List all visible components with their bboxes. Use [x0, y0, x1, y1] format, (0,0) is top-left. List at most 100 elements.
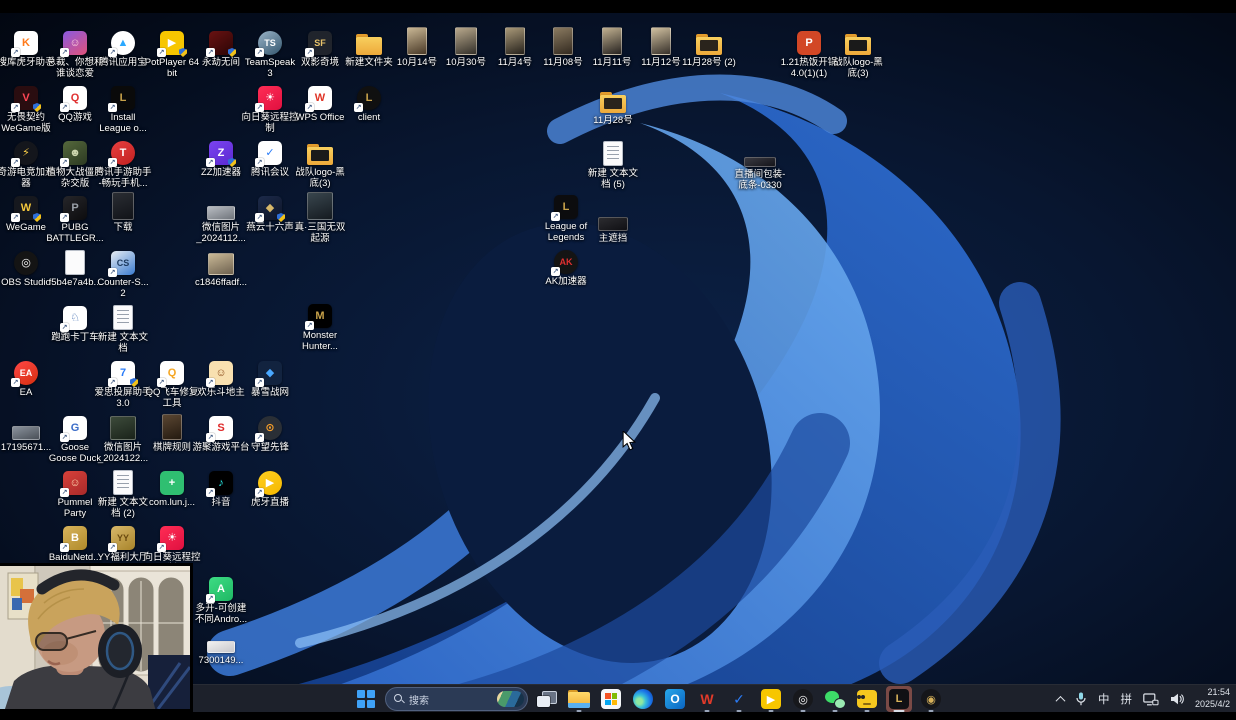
- desktop-icon[interactable]: ▶↗虎牙直播: [238, 467, 302, 508]
- desktop-icon-label: 真·三国无双 起源: [295, 222, 346, 245]
- desktop-icon-label: 新建 文本文 档 (5): [588, 168, 638, 191]
- shortcut-arrow-icon: ↗: [108, 543, 117, 552]
- shortcut-arrow-icon: ↗: [60, 103, 69, 112]
- desktop-icon-glyph: ▶↗: [258, 467, 282, 495]
- league-client-button[interactable]: ◉: [918, 686, 944, 712]
- microsoft-store-button[interactable]: [598, 686, 624, 712]
- obs-studio-button[interactable]: ◎: [790, 686, 816, 712]
- edge-browser-button[interactable]: [630, 686, 656, 712]
- search-input[interactable]: 搜索: [385, 687, 528, 711]
- desktop-icon-glyph: K↗: [14, 27, 38, 55]
- desktop-icon-label: WeGame: [6, 222, 46, 233]
- desktop-icon-glyph: [651, 27, 671, 55]
- desktop-icon-glyph: [553, 27, 573, 55]
- desktop-icon-label: Pummel Party: [58, 497, 93, 520]
- desktop-icon-glyph: ◆↗: [258, 192, 282, 220]
- taskbar-clock[interactable]: 21:54 2025/4/2: [1195, 687, 1230, 710]
- desktop-icon-glyph: ☀↗: [258, 82, 282, 110]
- desktop-icon[interactable]: L↗client: [337, 82, 401, 123]
- outlook-button[interactable]: O: [662, 686, 688, 712]
- desktop-icon-glyph: [162, 412, 182, 440]
- desktop-icon[interactable]: 真·三国无双 起源: [288, 192, 352, 245]
- ime-chinese-indicator[interactable]: 中: [1098, 691, 1110, 707]
- file-explorer-icon: [568, 690, 590, 708]
- microphone-tray-icon[interactable]: [1075, 692, 1087, 706]
- shortcut-arrow-icon: ↗: [108, 268, 117, 277]
- desktop-icon[interactable]: M↗Monster Hunter...: [288, 300, 352, 353]
- desktop-icon[interactable]: L↗Install League o...: [91, 82, 155, 135]
- search-icon: [394, 694, 404, 704]
- edge-browser-icon: [633, 689, 653, 709]
- uac-shield-icon: [130, 378, 138, 387]
- desktop-icon[interactable]: 11月28号 (2): [677, 27, 741, 68]
- desktop-icon[interactable]: c1846ffadf...: [189, 247, 253, 288]
- desktop-icon-glyph: [113, 302, 133, 330]
- desktop-icon-label: 永劫无间: [202, 57, 240, 68]
- desktop-icon-label: 腾讯手游助手 -畅玩手机...: [94, 167, 151, 190]
- desktop-icon-label: 战队logo-黑 底(3): [833, 57, 883, 80]
- desktop-icon-glyph: CS↗: [111, 247, 135, 275]
- desktop-icon-glyph: [845, 27, 871, 55]
- clock-date: 2025/4/2: [1195, 699, 1230, 711]
- desktop-icon-glyph: [505, 27, 525, 55]
- desktop-icon-glyph: 7↗: [111, 357, 135, 385]
- tencent-meeting-button[interactable]: ✓: [726, 686, 752, 712]
- desktop-icon-glyph: Q↗: [63, 82, 87, 110]
- desktop-icon[interactable]: T↗腾讯手游助手 -畅玩手机...: [91, 137, 155, 190]
- wps-office-button[interactable]: W: [694, 686, 720, 712]
- desktop-icon[interactable]: ⊙↗守望先锋: [238, 412, 302, 453]
- volume-tray-icon[interactable]: [1170, 693, 1184, 705]
- desktop-icon[interactable]: 战队logo-黑 底(3): [826, 27, 890, 80]
- desktop-icon-label: 抖音: [211, 497, 230, 508]
- ime-pinyin-indicator[interactable]: 拼: [1120, 691, 1132, 707]
- desktop-icon[interactable]: 主遮挡: [581, 203, 645, 244]
- desktop-icon-glyph: [307, 137, 333, 165]
- desktop-icon-glyph: L↗: [357, 82, 381, 110]
- desktop-icon-glyph: [207, 625, 235, 653]
- desktop-icon-glyph: [12, 412, 40, 440]
- desktop-icon[interactable]: 新建 文本文 档 (5): [581, 138, 645, 191]
- desktop-icon[interactable]: 11月28号: [581, 85, 645, 126]
- shortcut-arrow-icon: ↗: [255, 103, 264, 112]
- search-highlight-thumbnail[interactable]: [497, 691, 524, 707]
- desktop-icon[interactable]: 战队logo-黑 底(3): [288, 137, 352, 190]
- desktop-icon[interactable]: ◆↗暴雪战网: [238, 357, 302, 398]
- desktop-icon[interactable]: 直播间包装- 底条-0330: [728, 139, 792, 192]
- wechat-button[interactable]: [822, 686, 848, 712]
- task-view-button[interactable]: [534, 686, 560, 712]
- desktop-icon-label: 直播间包装- 底条-0330: [735, 169, 786, 192]
- desktop-icon-glyph: Z↗: [209, 137, 233, 165]
- desktop-icon-glyph: ♪↗: [209, 467, 233, 495]
- shortcut-arrow-icon: ↗: [305, 48, 314, 57]
- potplayer-button[interactable]: ▶: [758, 686, 784, 712]
- desktop-icon[interactable]: 下载: [91, 192, 155, 233]
- shortcut-arrow-icon: ↗: [11, 213, 20, 222]
- shortcut-arrow-icon: ↗: [255, 488, 264, 497]
- webcam-dark-picture: [148, 655, 193, 712]
- desktop-icon-glyph: [407, 27, 427, 55]
- shortcut-arrow-icon: ↗: [305, 321, 314, 330]
- file-explorer-button[interactable]: [566, 686, 592, 712]
- desktop-icon[interactable]: EA↗EA: [0, 357, 58, 398]
- desktop-icon-glyph: G↗: [63, 412, 87, 440]
- desktop-icon-label: Install League o...: [99, 112, 147, 135]
- tray-chevron-up-icon[interactable]: [1056, 695, 1066, 705]
- search-placeholder: 搜索: [409, 692, 429, 707]
- desktop-icon-glyph: [600, 85, 626, 113]
- desktop-icon[interactable]: CS↗Counter-S... 2: [91, 247, 155, 300]
- network-tray-icon[interactable]: [1143, 693, 1159, 706]
- shortcut-arrow-icon: ↗: [60, 433, 69, 442]
- desktop-icon-glyph: AK↗: [554, 246, 578, 274]
- desktop-icon-glyph: [696, 27, 722, 55]
- desktop-icon[interactable]: AK↗AK加速器: [534, 246, 598, 287]
- league-of-legends-button[interactable]: L: [886, 686, 912, 712]
- desktop-icon[interactable]: 新建 文本文 档: [91, 302, 155, 355]
- desktop-icon[interactable]: A↗多开-可创建 不同Andro...: [189, 573, 253, 626]
- desktop-icon-label: 多开-可创建 不同Andro...: [195, 603, 247, 626]
- shortcut-arrow-icon: ↗: [551, 212, 560, 221]
- yellow-robot-app-button[interactable]: [854, 686, 880, 712]
- tencent-meeting-icon: ✓: [733, 692, 745, 706]
- start-button[interactable]: [353, 686, 379, 712]
- desktop-icon[interactable]: 7300149...: [189, 625, 253, 666]
- uac-shield-icon: [33, 213, 41, 222]
